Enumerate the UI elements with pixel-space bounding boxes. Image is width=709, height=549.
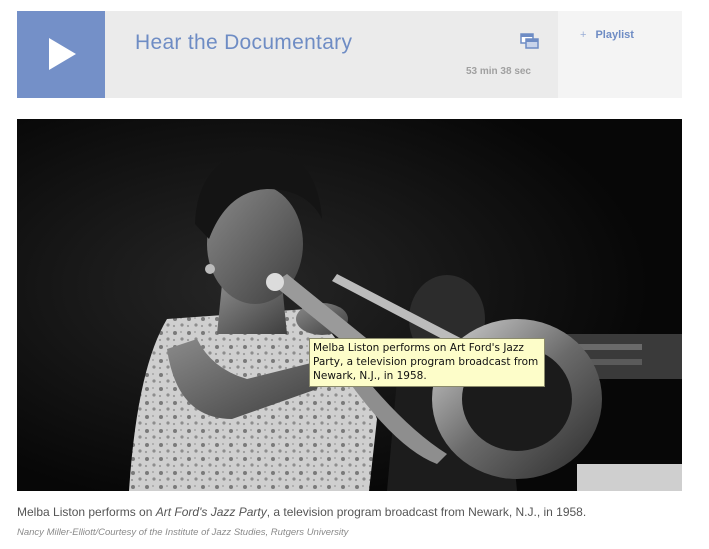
plus-icon: +: [580, 29, 587, 41]
documentary-photo: Melba Liston performs on Art Ford's Jazz…: [17, 119, 682, 491]
player-title[interactable]: Hear the Documentary: [135, 31, 352, 55]
photo-image: [17, 119, 682, 491]
caption-text-before: Melba Liston performs on: [17, 505, 156, 519]
popout-window-icon[interactable]: [520, 33, 540, 49]
audio-player: Hear the Documentary 53 min 38 sec + Play…: [17, 11, 682, 98]
player-info: Hear the Documentary 53 min 38 sec: [105, 11, 558, 98]
image-tooltip: Melba Liston performs on Art Ford's Jazz…: [309, 338, 545, 387]
duration-label: 53 min 38 sec: [465, 66, 531, 77]
photo-credit: Nancy Miller-Elliott/Courtesy of the Ins…: [17, 527, 349, 538]
photo-caption: Melba Liston performs on Art Ford's Jazz…: [17, 505, 697, 519]
caption-text-after: , a television program broadcast from Ne…: [266, 505, 587, 519]
playlist-panel: + Playlist: [558, 11, 682, 98]
play-icon: [49, 38, 76, 70]
add-to-playlist-link[interactable]: + Playlist: [580, 29, 634, 41]
play-button[interactable]: [17, 11, 105, 98]
caption-program-title: Art Ford's Jazz Party: [155, 505, 267, 519]
playlist-label: Playlist: [595, 29, 634, 41]
